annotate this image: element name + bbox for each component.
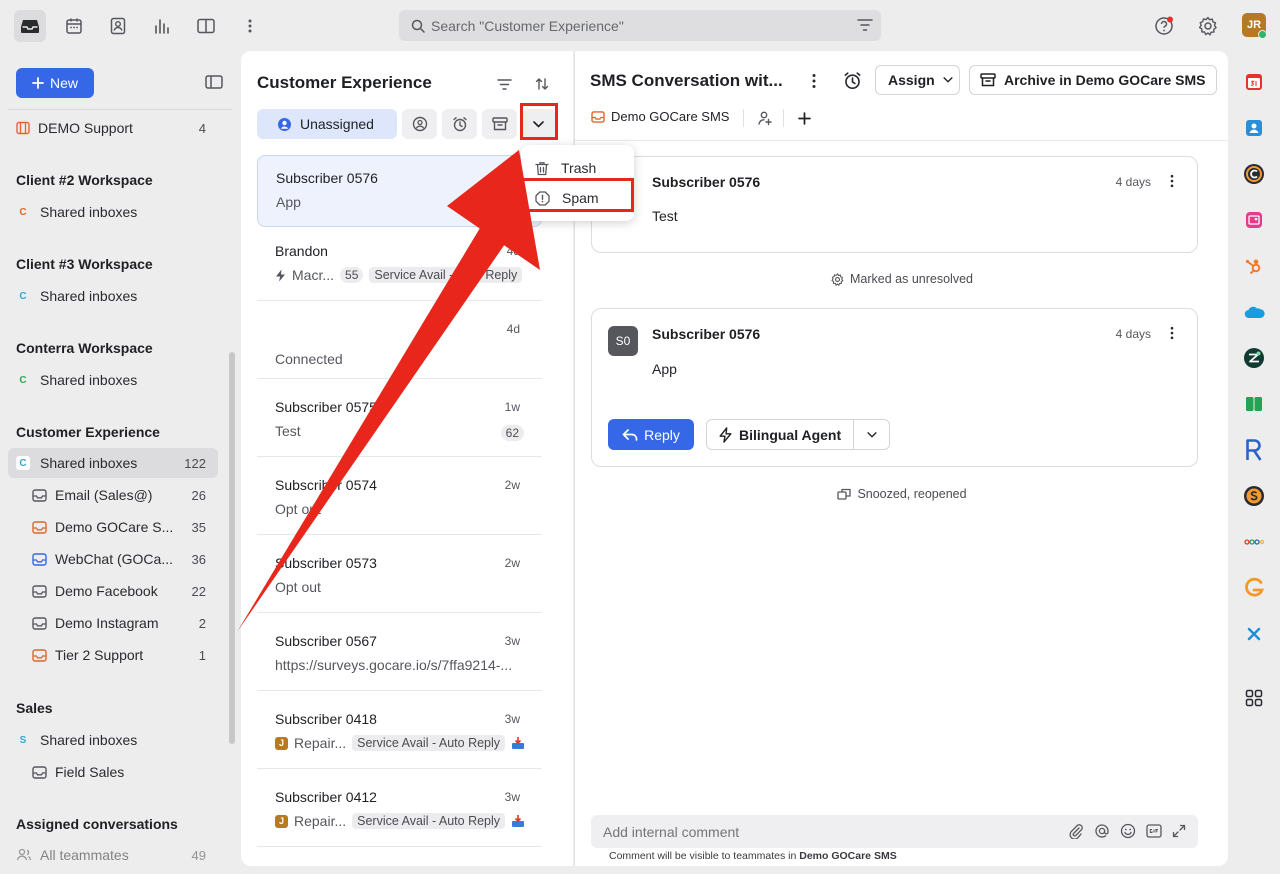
arrow-shaft: [237, 228, 505, 632]
annotation-arrow: [237, 150, 540, 632]
